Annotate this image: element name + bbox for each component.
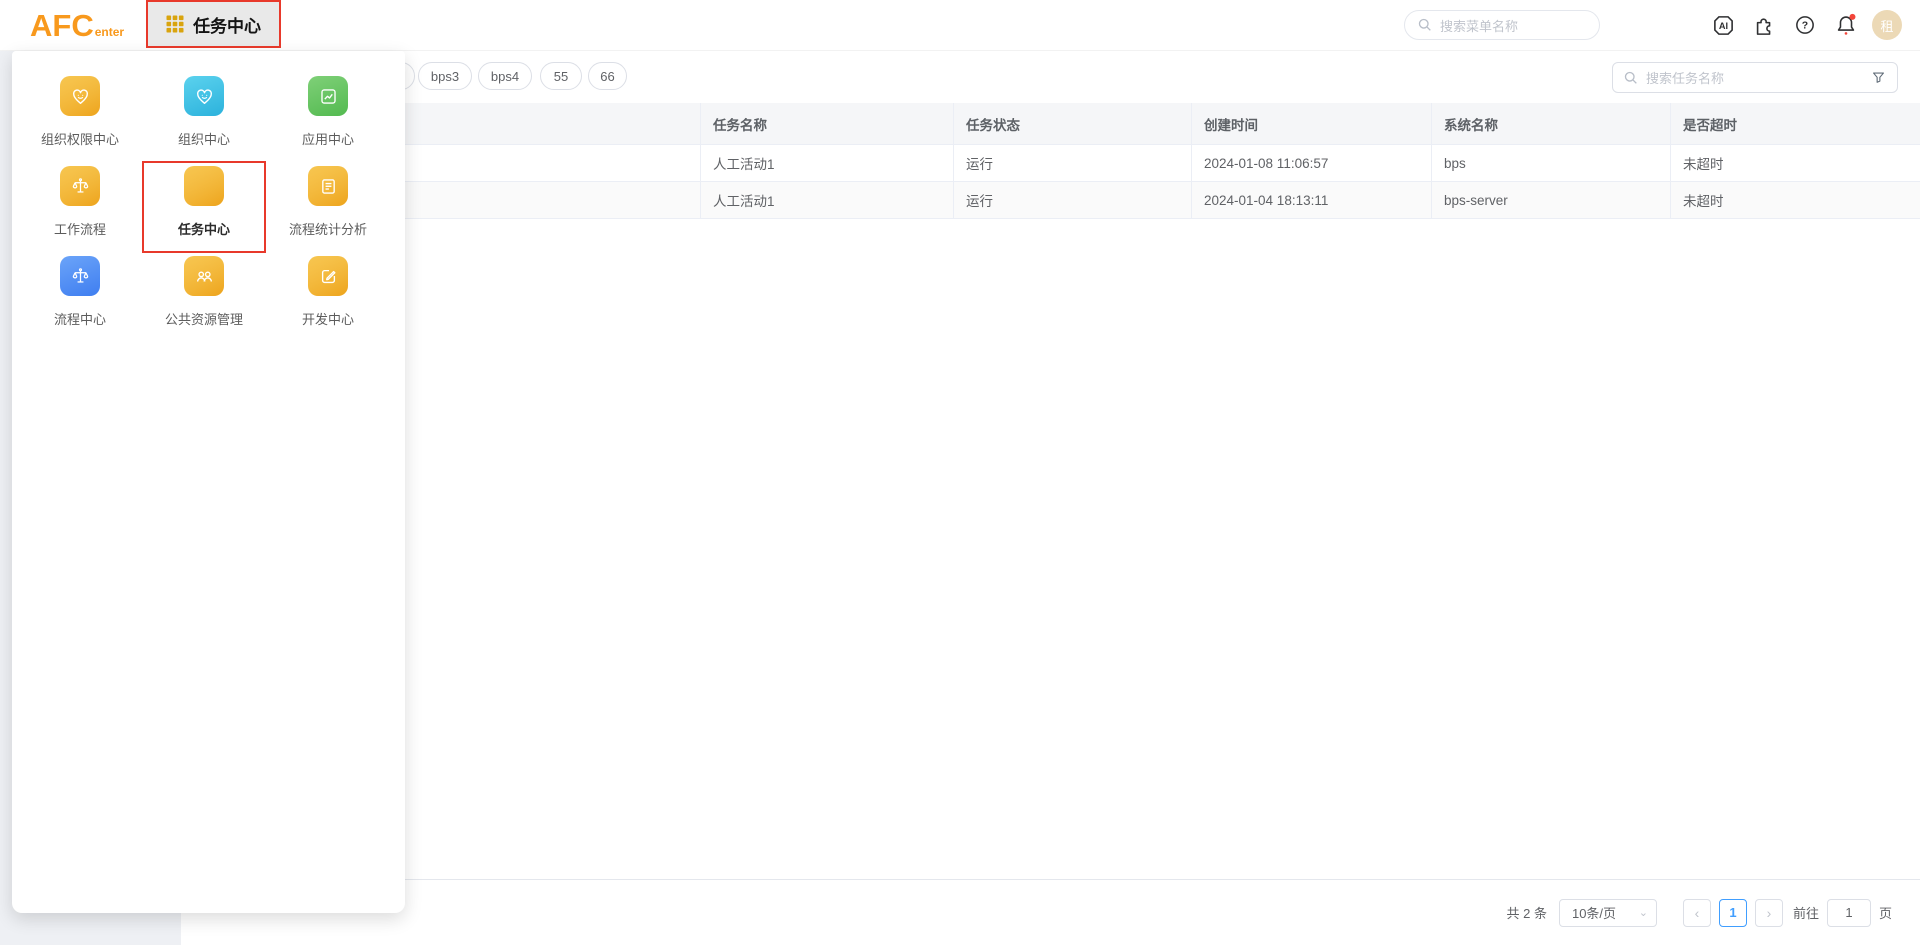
cell-task-status: 运行	[954, 145, 1192, 181]
current-page-button[interactable]: 1	[1719, 899, 1747, 927]
goto-label: 前往	[1793, 903, 1819, 922]
next-page-button[interactable]: ›	[1755, 899, 1783, 927]
task-table: 任务名称 任务状态 创建时间 系统名称 是否超时 人工活动1 运行 2024-0…	[181, 103, 1920, 219]
tab-chip-55[interactable]: 55	[540, 62, 582, 90]
app-logo[interactable]: AFC enter	[30, 10, 124, 41]
goto-suffix: 页	[1879, 903, 1892, 922]
pagination-total: 共 2 条	[1507, 903, 1547, 922]
cell-timeout: 未超时	[1671, 145, 1920, 181]
scales-icon	[60, 166, 100, 206]
menu-item-org-permission-center[interactable]: 组织权限中心	[18, 73, 142, 163]
column-header-task-status: 任务状态	[954, 103, 1192, 144]
column-header-create-time: 创建时间	[1192, 103, 1432, 144]
cell-create-time: 2024-01-04 18:13:11	[1192, 182, 1432, 218]
goto-page-input[interactable]	[1827, 899, 1871, 927]
task-search-input[interactable]: 搜索任务名称	[1612, 62, 1898, 93]
search-icon	[1623, 70, 1639, 86]
help-icon[interactable]: ?	[1792, 12, 1818, 38]
avatar-text: 租	[1880, 16, 1893, 35]
menu-item-label: 流程中心	[54, 309, 106, 328]
cell-task-status: 运行	[954, 182, 1192, 218]
menu-item-label: 应用中心	[302, 129, 354, 148]
chip-label: 66	[600, 69, 614, 84]
people-icon	[184, 256, 224, 296]
cell-system-name: bps	[1432, 145, 1671, 181]
menu-item-workflow[interactable]: 工作流程	[18, 163, 142, 253]
user-avatar[interactable]: 租	[1872, 10, 1902, 40]
prev-page-button[interactable]: ‹	[1683, 899, 1711, 927]
chevron-right-icon: ›	[1767, 905, 1772, 921]
chevron-down-icon: ⌄	[1639, 906, 1648, 919]
table-header-row: 任务名称 任务状态 创建时间 系统名称 是否超时	[181, 103, 1920, 145]
menu-item-label: 任务中心	[178, 219, 230, 238]
tab-chip-66[interactable]: 66	[588, 62, 627, 90]
menu-item-dev-center[interactable]: 开发中心	[266, 253, 390, 343]
top-bar: AFC enter 任务中心 搜索菜单名称 AI	[0, 0, 1920, 51]
menu-item-label: 组织中心	[178, 129, 230, 148]
menu-item-org-center[interactable]: 组织中心	[142, 73, 266, 163]
menu-item-public-resource[interactable]: 公共资源管理	[142, 253, 266, 343]
app-menu-grid: 组织权限中心 组织中心 应用中心	[12, 51, 405, 343]
menu-item-process-statistics[interactable]: 流程统计分析	[266, 163, 390, 253]
edit-icon	[308, 256, 348, 296]
menu-search-placeholder: 搜索菜单名称	[1440, 16, 1518, 35]
table-row[interactable]: 人工活动1 运行 2024-01-08 11:06:57 bps 未超时	[181, 145, 1920, 182]
chip-label: bps3	[431, 69, 459, 84]
cell-timeout: 未超时	[1671, 182, 1920, 218]
tab-chip-bps4[interactable]: bps4	[478, 62, 532, 90]
chip-label: bps4	[491, 69, 519, 84]
menu-item-label: 组织权限中心	[41, 129, 119, 148]
app-launcher-dropdown: 组织权限中心 组织中心 应用中心	[12, 51, 405, 913]
menu-item-app-center[interactable]: 应用中心	[266, 73, 390, 163]
cell-task-name: 人工活动1	[701, 182, 954, 218]
menu-item-process-center[interactable]: 流程中心	[18, 253, 142, 343]
ai-icon[interactable]: AI	[1710, 12, 1736, 38]
search-icon	[1417, 17, 1433, 33]
chip-label: 55	[554, 69, 568, 84]
tab-chip-bps3[interactable]: bps3	[418, 62, 472, 90]
svg-text:AI: AI	[1718, 21, 1727, 31]
task-search-placeholder: 搜索任务名称	[1646, 68, 1724, 87]
cell-system-name: bps-server	[1432, 182, 1671, 218]
logo-subtext: enter	[95, 25, 124, 39]
menu-item-label: 公共资源管理	[165, 309, 243, 328]
heart-smile-icon	[60, 76, 100, 116]
funnel-icon[interactable]	[1870, 69, 1887, 86]
grid-icon	[166, 15, 184, 33]
chevron-left-icon: ‹	[1695, 905, 1700, 921]
heart-smile-icon	[184, 76, 224, 116]
menu-item-task-center[interactable]: 任务中心	[142, 161, 266, 253]
report-icon	[308, 166, 348, 206]
logo-text: AFC	[30, 10, 94, 41]
svg-text:?: ?	[1802, 21, 1808, 32]
cell-create-time: 2024-01-08 11:06:57	[1192, 145, 1432, 181]
menu-item-label: 开发中心	[302, 309, 354, 328]
scales-icon	[60, 256, 100, 296]
nav-item-label: 任务中心	[193, 12, 261, 37]
cell-task-name: 人工活动1	[701, 145, 954, 181]
task-center-page: bps3 bps4 55 66 搜索任务名称 任务名称 任务状态 创建时间 系统…	[181, 51, 1920, 945]
current-page-number: 1	[1729, 905, 1736, 920]
column-header-task-name: 任务名称	[701, 103, 954, 144]
page-size-select[interactable]: 10条/页 ⌄	[1559, 899, 1657, 927]
column-header-system-name: 系统名称	[1432, 103, 1671, 144]
bell-icon[interactable]	[1833, 12, 1859, 38]
menu-search-input[interactable]: 搜索菜单名称	[1404, 10, 1600, 40]
nav-item-task-center[interactable]: 任务中心	[146, 0, 281, 48]
chart-square-icon	[308, 76, 348, 116]
menu-item-label: 工作流程	[54, 219, 106, 238]
pagination-bar: 共 2 条 10条/页 ⌄ ‹ 1 › 前往 页	[181, 879, 1920, 945]
blank-icon	[184, 166, 224, 206]
puzzle-icon[interactable]	[1751, 12, 1777, 38]
menu-item-label: 流程统计分析	[289, 219, 367, 238]
topbar-actions: AI ?	[1710, 12, 1859, 38]
column-header-timeout: 是否超时	[1671, 103, 1920, 144]
table-row[interactable]: 人工活动1 运行 2024-01-04 18:13:11 bps-server …	[181, 182, 1920, 219]
page-size-value: 10条/页	[1572, 903, 1616, 922]
